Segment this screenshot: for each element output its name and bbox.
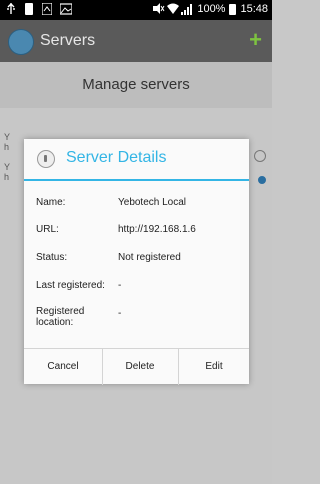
- list-item[interactable]: h: [4, 142, 9, 152]
- clock: 15:48: [240, 3, 268, 15]
- image-icon: [59, 3, 73, 15]
- device-icon: [24, 3, 34, 15]
- server-details-dialog: Server Details Name: Yebotech Local URL:…: [24, 139, 249, 385]
- cancel-button[interactable]: Cancel: [24, 349, 103, 385]
- list-item[interactable]: h: [4, 172, 9, 182]
- field-label: Registered location:: [36, 306, 85, 328]
- field-value-last-registered: -: [118, 280, 122, 291]
- page-title: Manage servers: [0, 62, 272, 109]
- edit-button[interactable]: Edit: [179, 349, 249, 385]
- doc-icon: [41, 2, 53, 16]
- field-value-status: Not registered: [118, 252, 181, 263]
- server-radio[interactable]: [254, 150, 266, 162]
- list-item[interactable]: Y: [4, 132, 10, 142]
- dialog-title: Server Details: [66, 149, 167, 166]
- add-server-button[interactable]: +: [249, 27, 262, 53]
- field-value-registered-location: -: [118, 308, 122, 319]
- delete-button[interactable]: Delete: [102, 349, 179, 385]
- status-bar: 100% 15:48: [0, 0, 272, 20]
- dialog-header: Server Details: [24, 139, 249, 177]
- field-label: URL:: [36, 224, 59, 235]
- app-logo-icon[interactable]: [8, 29, 34, 55]
- signal-icon: [181, 3, 193, 15]
- field-value-url: http://192.168.1.6: [118, 224, 196, 235]
- field-value-name: Yebotech Local: [118, 197, 187, 208]
- field-label: Name:: [36, 197, 66, 208]
- list-item[interactable]: Y: [4, 162, 10, 172]
- battery-icon: [229, 3, 237, 15]
- info-icon: [37, 150, 55, 168]
- mute-icon: [153, 3, 165, 15]
- wifi-icon: [167, 3, 180, 15]
- battery-percent: 100%: [197, 3, 226, 15]
- field-label: Last registered:: [36, 280, 105, 291]
- action-bar-title: Servers: [40, 32, 96, 49]
- dialog-button-bar: Cancel Delete Edit: [24, 348, 249, 385]
- usb-icon: [6, 3, 16, 15]
- server-radio-selected[interactable]: [258, 176, 266, 184]
- field-label: Status:: [36, 252, 68, 263]
- dialog-divider: [24, 179, 249, 181]
- action-bar: Servers +: [0, 20, 272, 62]
